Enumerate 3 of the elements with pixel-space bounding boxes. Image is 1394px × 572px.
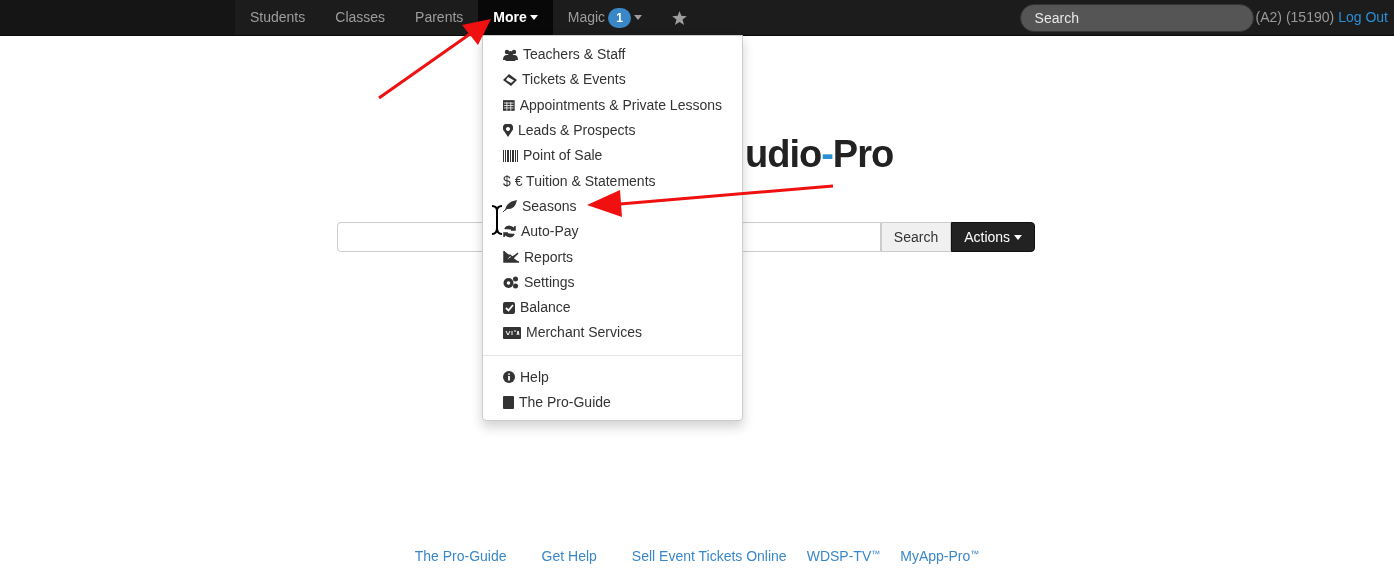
logo-text: udio-Pro bbox=[745, 135, 894, 171]
count-badge: 1 bbox=[608, 7, 631, 28]
account-id: (A2) (15190) bbox=[1255, 8, 1335, 27]
